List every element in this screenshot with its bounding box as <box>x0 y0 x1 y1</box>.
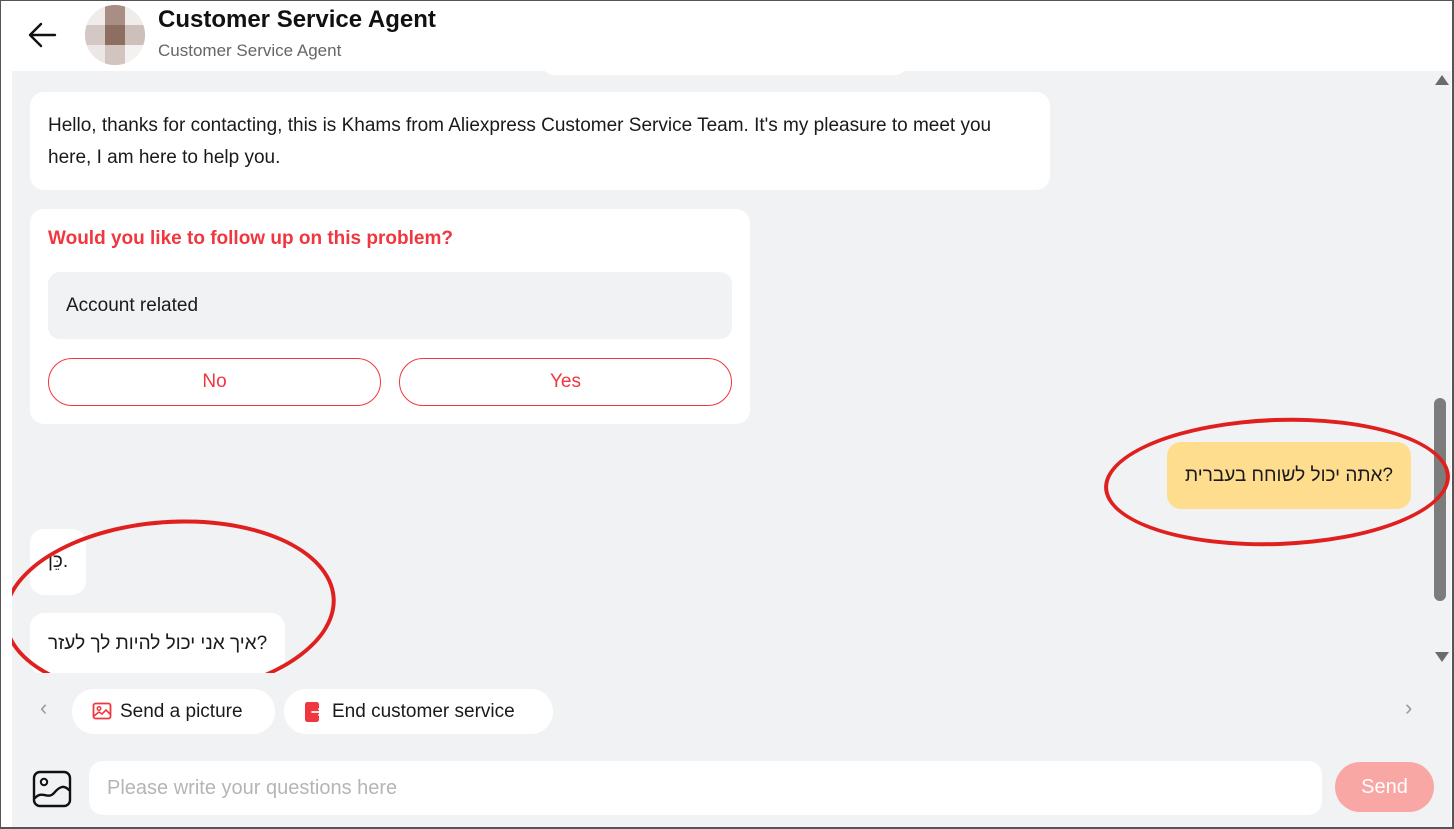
send-picture-label: Send a picture <box>120 701 243 722</box>
agent-avatar <box>85 5 145 65</box>
follow-up-card: Would you like to follow up on this prob… <box>30 209 750 424</box>
chevron-right-icon[interactable]: › <box>1405 695 1412 721</box>
page-subtitle: Customer Service Agent <box>158 41 342 60</box>
end-customer-service-button[interactable]: End customer service <box>284 689 553 734</box>
user-message: ?אתה יכול לשוחח בעברית <box>1167 442 1411 509</box>
image-upload-icon[interactable] <box>32 770 72 808</box>
end-customer-service-label: End customer service <box>332 701 515 722</box>
exit-icon <box>305 702 323 722</box>
send-button[interactable]: Send <box>1335 762 1434 812</box>
follow-up-topic: Account related <box>48 272 732 339</box>
yes-button[interactable]: Yes <box>399 358 732 406</box>
back-arrow-icon[interactable] <box>27 19 59 51</box>
scrollbar-thumb[interactable] <box>1434 398 1446 601</box>
no-button[interactable]: No <box>48 358 381 406</box>
previous-message-edge <box>542 71 907 75</box>
picture-icon <box>92 702 112 720</box>
page-title: Customer Service Agent <box>158 6 436 33</box>
chevron-left-icon[interactable]: ‹ <box>40 695 47 721</box>
composer-area: ‹ Send a picture End customer service › … <box>12 673 1451 827</box>
send-picture-button[interactable]: Send a picture <box>72 689 275 734</box>
follow-up-question: Would you like to follow up on this prob… <box>48 228 453 249</box>
agent-greeting-message: Hello, thanks for contacting, this is Kh… <box>30 92 1050 190</box>
question-input[interactable] <box>89 761 1322 815</box>
scroll-up-arrow-icon[interactable] <box>1435 75 1449 85</box>
agent-reply-help: ?איך אני יכול להיות לך לעזר <box>30 613 286 673</box>
chat-header: Customer Service Agent Customer Service … <box>1 1 1451 71</box>
scroll-down-arrow-icon[interactable] <box>1435 652 1449 662</box>
agent-reply-yes: כֵּן. <box>30 529 87 595</box>
chat-area[interactable]: Hello, thanks for contacting, this is Kh… <box>12 71 1451 673</box>
